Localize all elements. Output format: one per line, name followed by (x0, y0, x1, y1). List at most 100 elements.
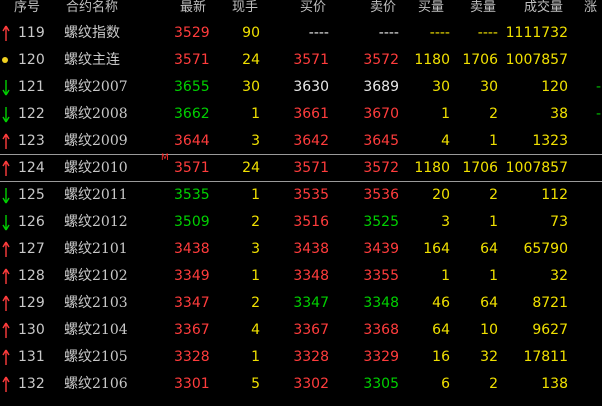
cell-latest: 3347 (174, 295, 210, 311)
cell-name: 螺纹2009 (64, 133, 128, 149)
header-change[interactable]: 涨 (584, 0, 597, 18)
table-row[interactable]: 131 螺纹2105 3328 1 3328 3329 16 32 17811 (0, 344, 602, 371)
cell-latest: 3662 (174, 106, 210, 122)
table-row[interactable]: 126 螺纹2012 3509 2 3516 3525 3 1 73 (0, 209, 602, 236)
cell-seq: 123 (18, 133, 45, 149)
cell-latest: 3509 (174, 214, 210, 230)
arrow-up-icon (2, 322, 10, 338)
cell-latest: 3301 (174, 376, 210, 392)
cell-name: 螺纹2101 (64, 241, 128, 257)
cell-name: 螺纹2103 (64, 295, 128, 311)
cell-vol: 73 (550, 214, 568, 230)
cell-ask: ---- (378, 25, 399, 41)
cell-seq: 124 (18, 160, 45, 176)
table-row[interactable]: 130 螺纹2104 3367 4 3367 3368 64 10 9627 (0, 317, 602, 344)
table-row[interactable]: 132 螺纹2106 3301 5 3302 3305 6 2 138 (0, 371, 602, 398)
cell-vol: 65790 (523, 241, 568, 257)
cell-ask: 3329 (363, 349, 399, 365)
cell-seq: 126 (18, 214, 45, 230)
cell-bidv: 164 (423, 241, 450, 257)
cell-ask: 3536 (363, 187, 399, 203)
header-bidvol[interactable]: 买量 (418, 0, 444, 18)
cell-vol: 1323 (532, 133, 568, 149)
cell-bid: 3348 (293, 268, 329, 284)
table-row[interactable]: 127 螺纹2101 3438 3 3438 3439 164 64 65790 (0, 236, 602, 263)
cell-hand: 24 (242, 160, 260, 176)
arrow-up-icon (2, 133, 10, 149)
cell-askv: 2 (489, 376, 498, 392)
arrow-up-icon (2, 295, 10, 311)
cell-name: 螺纹主连 (64, 52, 120, 68)
cell-vol: 8721 (532, 295, 568, 311)
cell-bid: 3438 (293, 241, 329, 257)
table-row[interactable]: 119 螺纹指数 3529 90 ---- ---- ---- ---- 1111732 (0, 20, 602, 47)
cell-name: 螺纹2012 (64, 214, 128, 230)
header-hand[interactable]: 现手 (232, 0, 258, 18)
header-seq[interactable]: 序号 (14, 0, 40, 18)
cell-bidv: 1 (441, 268, 450, 284)
header-bid[interactable]: 买价 (300, 0, 326, 18)
cell-askv: 1 (489, 214, 498, 230)
cell-latest: 3349 (174, 268, 210, 284)
cell-askv: 2 (489, 106, 498, 122)
table-row[interactable]: 121 螺纹2007 3655 30 3630 3689 30 30 120 - (0, 74, 602, 101)
header-askvol[interactable]: 卖量 (470, 0, 496, 18)
cell-bidv: 1180 (414, 52, 450, 68)
cell-hand: 90 (242, 25, 260, 41)
header-name[interactable]: 合约名称 (66, 0, 118, 18)
cell-bid: 3347 (293, 295, 329, 311)
table-row[interactable]: 125 螺纹2011 3535 1 3535 3536 20 2 112 (0, 182, 602, 209)
cell-hand: 3 (251, 133, 260, 149)
cell-bidv: 3 (441, 214, 450, 230)
cell-bid: 3571 (293, 52, 329, 68)
header-latest[interactable]: 最新 (180, 0, 206, 18)
cell-askv: 1 (489, 133, 498, 149)
cell-ask: 3645 (363, 133, 399, 149)
cell-askv: 64 (480, 241, 498, 257)
cell-bidv: 16 (432, 349, 450, 365)
main-contract-badge: M (161, 153, 169, 163)
table-row[interactable]: 129 螺纹2103 3347 2 3347 3348 46 64 8721 (0, 290, 602, 317)
cell-name: 螺纹2104 (64, 322, 128, 338)
cell-seq: 132 (18, 376, 45, 392)
table-row[interactable]: 128 螺纹2102 3349 1 3348 3355 1 1 32 (0, 263, 602, 290)
arrow-up-icon (2, 349, 10, 365)
arrow-down-icon (2, 215, 10, 231)
cell-bid: 3328 (293, 349, 329, 365)
cell-hand: 24 (242, 52, 260, 68)
arrow-down-icon (2, 80, 10, 96)
cell-latest: 3644 (174, 133, 210, 149)
cell-hand: 30 (242, 79, 260, 95)
cell-vol: 1007857 (505, 52, 568, 68)
cell-latest: 3655 (174, 79, 210, 95)
cell-name: 螺纹2008 (64, 106, 128, 122)
cell-bidv: 20 (432, 187, 450, 203)
cell-latest: 3438 (174, 241, 210, 257)
header-volume[interactable]: 成交量 (524, 0, 563, 18)
cell-name: 螺纹指数 (64, 25, 120, 41)
arrow-up-icon (2, 241, 10, 257)
cell-ask: 3572 (363, 160, 399, 176)
cell-ask: 3525 (363, 214, 399, 230)
cell-bidv: 1 (441, 106, 450, 122)
cell-ask: 3355 (363, 268, 399, 284)
arrow-up-icon (2, 376, 10, 392)
cell-bidv: 1180 (414, 160, 450, 176)
table-row[interactable]: 123 螺纹2009 3644 3 3642 3645 4 1 1323 (0, 128, 602, 155)
cell-seq: 121 (18, 79, 45, 95)
table-row[interactable]: 124 螺纹2010 3571 24 3571 3572 1180 1706 1007857 M (0, 153, 602, 182)
cell-name: 螺纹2106 (64, 376, 128, 392)
cell-bid: 3535 (293, 187, 329, 203)
cell-vol: 112 (541, 187, 568, 203)
header-ask[interactable]: 卖价 (370, 0, 396, 18)
table-row[interactable]: 122 螺纹2008 3662 1 3661 3670 1 2 38 - (0, 101, 602, 128)
table-row[interactable]: 120 螺纹主连 3571 24 3571 3572 1180 1706 1007857 (0, 47, 602, 74)
cell-ask: 3670 (363, 106, 399, 122)
cell-bidv: 64 (432, 322, 450, 338)
cell-change-partial: - (596, 106, 602, 122)
cell-name: 螺纹2007 (64, 79, 128, 95)
cell-askv: 64 (480, 295, 498, 311)
cell-bid: ---- (308, 25, 329, 41)
arrow-down-icon (2, 188, 10, 204)
cell-latest: 3328 (174, 349, 210, 365)
